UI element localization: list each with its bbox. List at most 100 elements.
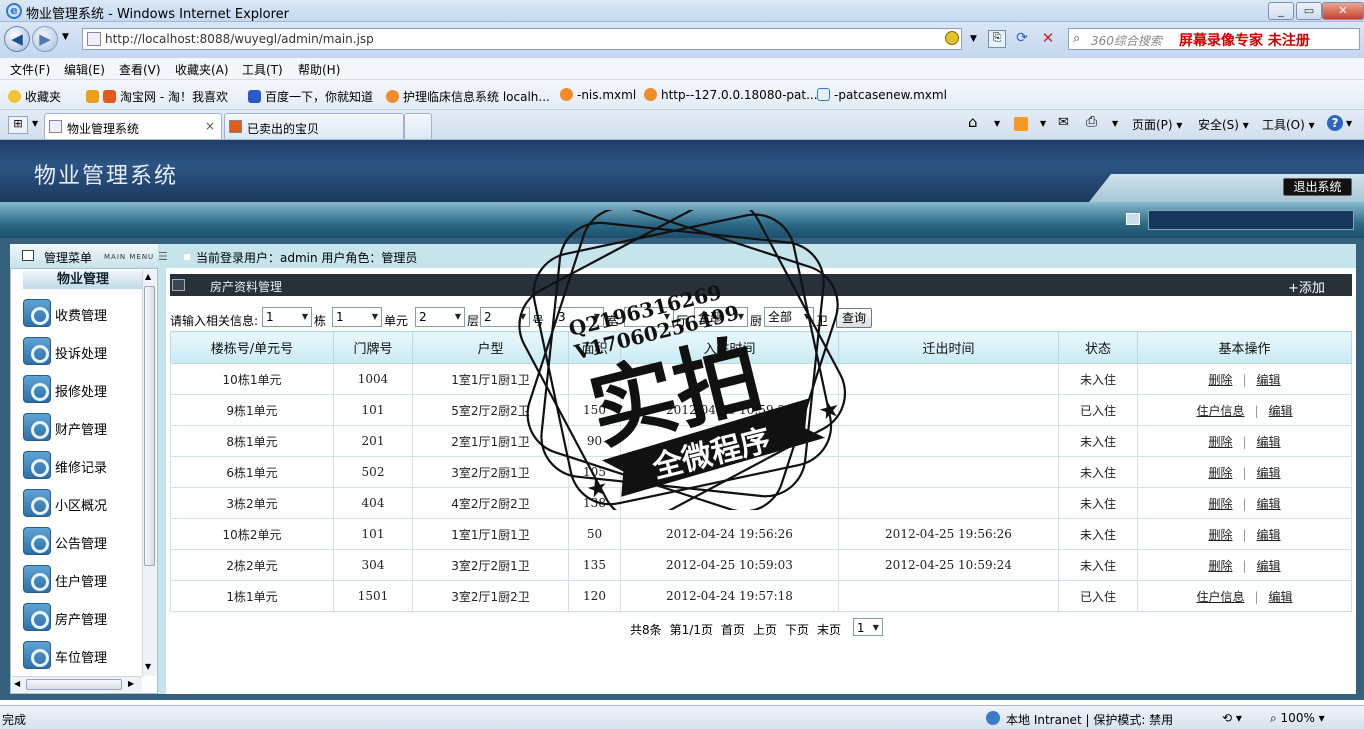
sidebar-item-fees[interactable]: 收费管理: [23, 299, 143, 335]
bedroom-select[interactable]: 3: [554, 307, 604, 327]
room-select[interactable]: 2: [480, 307, 530, 327]
sidebar-item-repair-requests[interactable]: 报修处理: [23, 375, 143, 411]
pager-first[interactable]: 首页: [721, 623, 745, 637]
edit-link[interactable]: 编辑: [1257, 559, 1281, 573]
sidebar-item-notices[interactable]: 公告管理: [23, 527, 143, 563]
menu-help[interactable]: 帮助(H): [298, 61, 340, 78]
zone-text[interactable]: 本地 Intranet | 保护模式: 禁用: [1006, 711, 1173, 728]
help-icon[interactable]: ?: [1327, 115, 1343, 131]
livingroom-select[interactable]: [624, 307, 674, 327]
minimize-button[interactable]: _: [1268, 2, 1294, 20]
sidebar-vertical-scrollbar[interactable]: ▲ ▼: [142, 270, 156, 676]
safety-menu[interactable]: 安全(S) ▾: [1198, 116, 1249, 133]
edit-link[interactable]: 编辑: [1257, 435, 1281, 449]
close-window-button[interactable]: ✕: [1322, 2, 1364, 20]
home-dropdown-icon[interactable]: ▼: [994, 119, 1000, 128]
help-dropdown-icon[interactable]: ▼: [1346, 119, 1352, 128]
sidebar-item-assets[interactable]: 财产管理: [23, 413, 143, 449]
maximize-button[interactable]: ▭: [1296, 2, 1322, 20]
menu-file[interactable]: 文件(F): [10, 61, 50, 78]
resident-info-link[interactable]: 住户信息: [1196, 590, 1244, 604]
page-menu[interactable]: 页面(P) ▾: [1132, 116, 1182, 133]
feeds-dropdown-icon[interactable]: ▼: [1040, 119, 1046, 128]
pager-prev[interactable]: 上页: [753, 623, 777, 637]
query-button[interactable]: 查询: [836, 308, 872, 328]
feeds-icon[interactable]: [1014, 117, 1028, 131]
sidebar-item-complaints[interactable]: 投诉处理: [23, 337, 143, 373]
scroll-right-icon[interactable]: ▶: [128, 679, 134, 688]
home-icon[interactable]: ⌂: [968, 113, 978, 131]
favorites-button[interactable]: 收藏夹: [8, 88, 61, 105]
edit-link[interactable]: 编辑: [1257, 528, 1281, 542]
tab-list-dropdown-icon[interactable]: ▼: [32, 119, 38, 128]
sidebar-item-property[interactable]: 房产管理: [23, 603, 143, 639]
scroll-up-icon[interactable]: ▲: [145, 272, 151, 281]
scroll-left-icon[interactable]: ◀: [14, 679, 20, 688]
menu-favorites[interactable]: 收藏夹(A): [175, 61, 229, 78]
pager-last[interactable]: 末页: [817, 623, 841, 637]
scrollbar-thumb[interactable]: [26, 679, 122, 690]
delete-link[interactable]: 删除: [1208, 466, 1232, 480]
print-icon[interactable]: ⎙: [1086, 114, 1097, 130]
kitchen-select[interactable]: 全部: [694, 307, 748, 327]
zoom-control[interactable]: ⌕ 100% ▾: [1270, 711, 1325, 726]
sidebar-group-title[interactable]: 物业管理: [23, 271, 143, 289]
resident-info-link[interactable]: 住户信息: [1196, 404, 1244, 418]
delete-link[interactable]: 删除: [1208, 435, 1232, 449]
mail-icon[interactable]: ✉: [1058, 115, 1069, 130]
protected-mode-icon[interactable]: ⟲ ▾: [1222, 711, 1242, 725]
search-field[interactable]: ⌕ 360综合搜索 屏幕录像专家 未注册: [1068, 28, 1360, 50]
sidebar-item-community[interactable]: 小区概况: [23, 489, 143, 525]
edit-link[interactable]: 编辑: [1269, 590, 1293, 604]
favorite-link-3[interactable]: 护理临床信息系统 localh...: [386, 88, 550, 105]
stop-icon[interactable]: ✕: [1039, 29, 1057, 47]
tab-wuye[interactable]: 物业管理系统 ×: [44, 113, 222, 139]
edit-link[interactable]: 编辑: [1257, 466, 1281, 480]
page-select[interactable]: 1: [852, 618, 883, 637]
compatibility-view-icon[interactable]: ⎘: [988, 30, 1006, 48]
pager-next[interactable]: 下页: [785, 623, 809, 637]
compat-icon[interactable]: [945, 31, 959, 45]
sidebar-item-residents[interactable]: 住户管理: [23, 565, 143, 601]
edit-link[interactable]: 编辑: [1269, 404, 1293, 418]
edit-link[interactable]: 编辑: [1257, 373, 1281, 387]
floor-select[interactable]: 2: [415, 307, 465, 327]
edit-link[interactable]: 编辑: [1257, 497, 1281, 511]
bathroom-select[interactable]: 全部: [764, 307, 814, 327]
building-select[interactable]: 1: [262, 307, 312, 327]
history-dropdown-icon[interactable]: ▼: [62, 32, 69, 42]
tab-close-icon[interactable]: ×: [205, 119, 215, 133]
splitter-handle-icon[interactable]: ☰: [158, 250, 168, 263]
add-button[interactable]: +添加: [1288, 277, 1325, 296]
menu-view[interactable]: 查看(V): [119, 61, 161, 78]
scrollbar-thumb[interactable]: [144, 286, 155, 566]
favorite-link-4[interactable]: -nis.mxml: [560, 88, 636, 102]
sidebar-item-maintenance[interactable]: 维修记录: [23, 451, 143, 487]
unit-select[interactable]: 1: [332, 307, 382, 327]
cell-door: 201: [333, 425, 413, 457]
delete-link[interactable]: 删除: [1208, 373, 1232, 387]
favorite-link-5[interactable]: http--127.0.0.18080-pat...: [644, 88, 818, 102]
scroll-down-icon[interactable]: ▼: [145, 662, 151, 671]
print-dropdown-icon[interactable]: ▼: [1112, 119, 1118, 128]
new-tab-button[interactable]: [404, 113, 432, 139]
refresh-icon[interactable]: ⟳: [1013, 30, 1031, 48]
menu-tools[interactable]: 工具(T): [242, 61, 283, 78]
sidebar-item-parking[interactable]: 车位管理: [23, 641, 143, 677]
quick-tabs-icon[interactable]: ⊞: [8, 116, 28, 134]
logout-button[interactable]: 退出系统: [1283, 178, 1352, 196]
favorite-link-6[interactable]: -patcasenew.mxml: [817, 88, 947, 102]
back-button[interactable]: ◀: [4, 26, 30, 52]
favorite-link-1[interactable]: 淘宝网 - 淘！我喜欢: [86, 88, 228, 105]
menu-edit[interactable]: 编辑(E): [64, 61, 105, 78]
tab-sold-items[interactable]: 已卖出的宝贝: [224, 113, 404, 139]
forward-button[interactable]: ▶: [32, 26, 58, 52]
favorite-link-2[interactable]: 百度一下，你就知道: [248, 88, 373, 105]
delete-link[interactable]: 删除: [1208, 559, 1232, 573]
sidebar-horizontal-scrollbar[interactable]: ◀ ▶: [12, 676, 142, 692]
address-dropdown-icon[interactable]: ▼: [970, 34, 977, 44]
delete-link[interactable]: 删除: [1208, 497, 1232, 511]
delete-link[interactable]: 删除: [1208, 528, 1232, 542]
address-field[interactable]: http://localhost:8088/wuyegl/admin/main.…: [82, 28, 962, 50]
tools-menu[interactable]: 工具(O) ▾: [1262, 116, 1315, 133]
